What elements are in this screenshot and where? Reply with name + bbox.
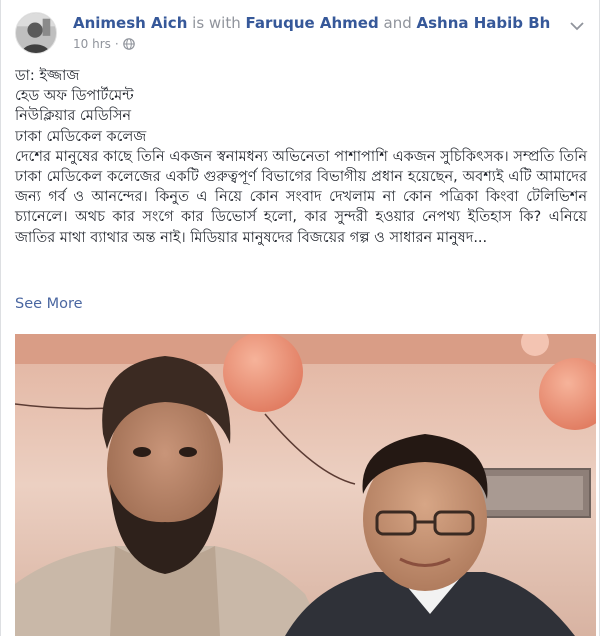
meta-separator: · <box>114 37 119 51</box>
post-line: হেড অফ ডিপার্টমেন্ট <box>15 88 134 105</box>
post-body: দেশের মানুষের কাছে তিনি একজন স্বনামধন্য … <box>15 148 587 246</box>
globe-icon[interactable] <box>122 38 135 50</box>
post-text: ডা: ইজ্জাজ হেড অফ ডিপার্টমেন্ট নিউক্লিয়… <box>15 66 587 248</box>
avatar-image <box>16 13 56 53</box>
with-text: is with <box>187 14 246 32</box>
tagged-person-link[interactable]: Faruque Ahmed <box>246 14 379 32</box>
post-time-link[interactable]: 10 hrs <box>73 37 111 51</box>
see-more-link[interactable]: See More <box>15 296 83 312</box>
chevron-down-icon[interactable] <box>569 16 585 31</box>
post-line: ঢাকা মেডিকেল কলেজ <box>15 128 147 145</box>
post-photo[interactable] <box>15 334 596 636</box>
and-text: and <box>378 14 417 32</box>
post-line: ডা: ইজ্জাজ <box>15 68 80 84</box>
photo-image <box>15 334 596 636</box>
post-line: নিউক্লিয়ার মেডিসিন <box>15 108 132 125</box>
post-headline: Animesh Aich is with Faruque Ahmed and A… <box>73 14 551 33</box>
post-card: Animesh Aich is with Faruque Ahmed and A… <box>0 0 600 636</box>
author-name-link[interactable]: Animesh Aich <box>73 14 187 32</box>
tagged-person-link[interactable]: Ashna Habib Bhabna <box>417 14 552 32</box>
post-header: Animesh Aich is with Faruque Ahmed and A… <box>15 12 585 58</box>
avatar[interactable] <box>15 12 57 54</box>
post-meta: 10 hrs · <box>73 37 135 51</box>
